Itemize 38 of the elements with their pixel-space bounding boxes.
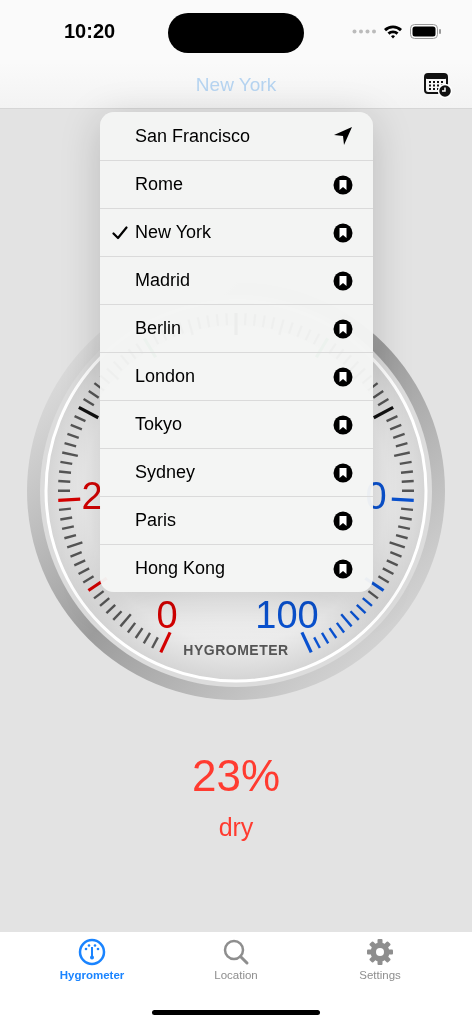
bookmark-icon [333,222,353,243]
bookmark-icon [333,510,353,531]
signal-icon [352,28,376,34]
location-menu-item[interactable]: San Francisco [100,112,373,160]
location-menu-item[interactable]: Rome [100,160,373,208]
bookmark-icon [333,414,353,435]
bookmark-icon [333,462,353,483]
tab-item[interactable]: Settings [325,938,435,981]
humidity-condition: dry [218,813,254,842]
bookmark-icon [333,270,353,291]
settings-icon [366,938,394,966]
bookmark-icon [333,366,353,387]
gauge-title: HYGROMETER [183,642,289,658]
bookmark-icon [333,558,353,579]
location-arrow-icon [333,126,353,146]
tab-item[interactable]: Hygrometer [37,938,147,981]
wifi-icon [383,23,403,39]
location-menu-item[interactable]: Tokyo [100,400,373,448]
humidity-value: 23% [191,751,281,801]
scale-label: 100 [255,594,319,636]
nav-title: New York [195,74,277,96]
location-menu-item[interactable]: Hong Kong [100,544,373,592]
tab-item[interactable]: Location [181,938,291,981]
gauge-icon [78,938,106,966]
location-menu-item[interactable]: London [100,352,373,400]
scale-label: 2 [81,475,103,517]
location-menu-item[interactable]: New York [100,208,373,256]
location-menu-item[interactable]: Paris [100,496,373,544]
location-menu-item[interactable]: Sydney [100,448,373,496]
location-menu-item[interactable]: Madrid [100,256,373,304]
search-icon [222,938,250,966]
battery-icon [410,23,442,39]
scale-label: 0 [156,594,178,636]
status-time: 10:20 [64,19,116,43]
calendar-clock-icon[interactable] [424,72,452,98]
bookmark-icon [333,174,353,195]
location-menu-item[interactable]: Berlin [100,304,373,352]
bookmark-icon [333,318,353,339]
